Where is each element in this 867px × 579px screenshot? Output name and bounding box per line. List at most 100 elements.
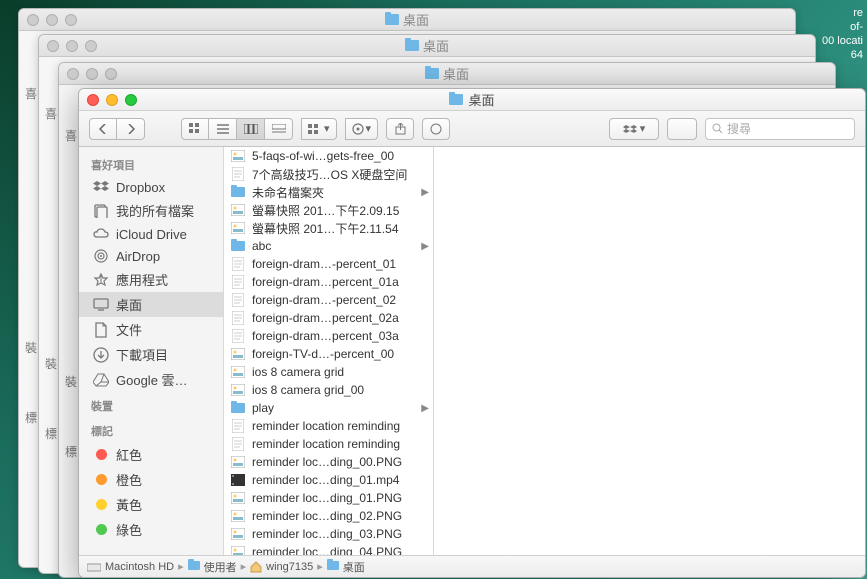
file-row[interactable]: foreign-dram…percent_02a <box>224 309 433 327</box>
file-row[interactable]: play▶ <box>224 399 433 417</box>
file-type-icon <box>230 221 246 235</box>
file-type-icon <box>230 509 246 523</box>
file-column: 5-faqs-of-wi…gets-free_00 7个高级技巧…OS X硬盘空间… <box>224 147 434 555</box>
file-name: reminder loc…ding_02.PNG <box>252 509 427 523</box>
path-segment[interactable]: 桌面 <box>327 559 365 575</box>
file-row[interactable]: 5-faqs-of-wi…gets-free_00 <box>224 147 433 165</box>
sidebar-item-label: AirDrop <box>116 249 160 264</box>
sidebar-item[interactable]: AirDrop <box>79 245 223 267</box>
file-name: 7个高级技巧…OS X硬盘空间 <box>252 166 427 183</box>
file-row[interactable]: reminder loc…ding_00.PNG <box>224 453 433 471</box>
home-icon <box>250 561 262 573</box>
search-placeholder: 搜尋 <box>727 120 751 137</box>
back-button[interactable] <box>89 118 117 140</box>
file-row[interactable]: foreign-dram…percent_03a <box>224 327 433 345</box>
sidebar-item[interactable]: 綠色 <box>79 517 223 542</box>
sidebar-item-label: 文件 <box>116 320 142 339</box>
file-row[interactable]: reminder location reminding <box>224 435 433 453</box>
file-name: abc <box>252 239 427 253</box>
sidebar-item-label: 橙色 <box>116 470 142 489</box>
folder-icon <box>449 94 463 105</box>
file-row[interactable]: reminder loc…ding_01.mp4 <box>224 471 433 489</box>
file-row[interactable]: 螢幕快照 201…下午2.11.54 <box>224 219 433 237</box>
folder-icon <box>188 561 200 573</box>
file-row[interactable]: reminder loc…ding_01.PNG <box>224 489 433 507</box>
dropbox-toolbar-button[interactable]: ▾ <box>609 118 659 140</box>
disclosure-arrow-icon: ▶ <box>421 241 429 252</box>
file-row[interactable]: foreign-dram…-percent_02 <box>224 291 433 309</box>
share-button[interactable] <box>386 118 414 140</box>
folder-icon <box>327 561 339 573</box>
file-row[interactable]: 7个高级技巧…OS X硬盘空间 <box>224 165 433 183</box>
sidebar-item[interactable]: 桌面 <box>79 292 223 317</box>
file-name: reminder loc…ding_03.PNG <box>252 527 427 541</box>
file-name: ios 8 camera grid_00 <box>252 383 427 397</box>
file-type-icon <box>230 167 246 181</box>
path-bar: Macintosh HD▸使用者▸wing7135▸桌面 <box>79 555 865 577</box>
forward-button[interactable] <box>117 118 145 140</box>
file-row[interactable]: ios 8 camera grid <box>224 363 433 381</box>
arrange-button[interactable]: ▾ <box>301 118 337 140</box>
sidebar-item-label: 桌面 <box>116 295 142 314</box>
tag-icon <box>93 472 109 488</box>
file-type-icon <box>230 365 246 379</box>
sidebar-item[interactable]: 文件 <box>79 317 223 342</box>
file-row[interactable]: foreign-dram…percent_01a <box>224 273 433 291</box>
sidebar-item[interactable]: 我的所有檔案 <box>79 198 223 223</box>
list-view-button[interactable] <box>209 118 237 140</box>
sidebar-item[interactable]: 應用程式 <box>79 267 223 292</box>
file-row[interactable]: reminder loc…ding_02.PNG <box>224 507 433 525</box>
file-row[interactable]: foreign-dram…-percent_01 <box>224 255 433 273</box>
file-name: reminder location reminding <box>252 419 427 433</box>
file-name: reminder loc…ding_01.PNG <box>252 491 427 505</box>
file-name: play <box>252 401 427 415</box>
tags-button[interactable] <box>422 118 450 140</box>
column-view-button[interactable] <box>237 118 265 140</box>
action-button[interactable]: ▾ <box>345 118 379 140</box>
file-row[interactable]: 螢幕快照 201…下午2.09.15 <box>224 201 433 219</box>
file-name: reminder location reminding <box>252 437 427 451</box>
file-row[interactable]: ios 8 camera grid_00 <box>224 381 433 399</box>
file-row[interactable]: reminder loc…ding_04.PNG <box>224 543 433 555</box>
file-row[interactable]: 未命名檔案夾▶ <box>224 183 433 201</box>
file-type-icon <box>230 311 246 325</box>
sidebar-item[interactable]: 下載項目 <box>79 342 223 367</box>
sidebar-section-header: 標記 <box>79 417 223 442</box>
file-name: 5-faqs-of-wi…gets-free_00 <box>252 149 427 163</box>
search-input[interactable]: 搜尋 <box>705 118 855 140</box>
file-name: foreign-dram…-percent_02 <box>252 293 427 307</box>
unknown-toolbar-button[interactable] <box>667 118 697 140</box>
finder-window: 桌面 ▾ ▾ ▾ 搜尋 喜好項目Dropbox我的所有檔案iC <box>78 88 866 578</box>
path-segment[interactable]: 使用者 <box>188 559 237 575</box>
file-row[interactable]: reminder loc…ding_03.PNG <box>224 525 433 543</box>
path-separator-icon: ▸ <box>178 560 184 573</box>
sidebar-item[interactable]: 橙色 <box>79 467 223 492</box>
file-row[interactable]: reminder location reminding <box>224 417 433 435</box>
file-row[interactable]: foreign-TV-d…-percent_00 <box>224 345 433 363</box>
sidebar-item[interactable]: 紅色 <box>79 442 223 467</box>
tag-icon <box>93 522 109 538</box>
file-row[interactable]: abc▶ <box>224 237 433 255</box>
coverflow-view-button[interactable] <box>265 118 293 140</box>
sidebar-item-label: 綠色 <box>116 520 142 539</box>
file-type-icon <box>230 347 246 361</box>
sidebar-section-header: 喜好項目 <box>79 151 223 176</box>
downloads-icon <box>93 347 109 363</box>
path-segment[interactable]: Macintosh HD <box>87 561 174 573</box>
file-type-icon <box>230 491 246 505</box>
sidebar-item[interactable]: iCloud Drive <box>79 223 223 245</box>
file-name: foreign-dram…-percent_01 <box>252 257 427 271</box>
sidebar-item[interactable]: Google 雲… <box>79 367 223 392</box>
icon-view-button[interactable] <box>181 118 209 140</box>
window-title: 桌面 <box>468 90 494 109</box>
allfiles-icon <box>93 203 109 219</box>
sidebar-item[interactable]: 黃色 <box>79 492 223 517</box>
path-separator-icon: ▸ <box>241 560 247 573</box>
sidebar-item[interactable]: Dropbox <box>79 176 223 198</box>
path-segment-label: 使用者 <box>204 559 237 575</box>
path-segment[interactable]: wing7135 <box>250 561 313 573</box>
disclosure-arrow-icon: ▶ <box>421 187 429 198</box>
file-type-icon <box>230 419 246 433</box>
file-type-icon <box>230 527 246 541</box>
sidebar-item-label: Google 雲… <box>116 370 188 389</box>
